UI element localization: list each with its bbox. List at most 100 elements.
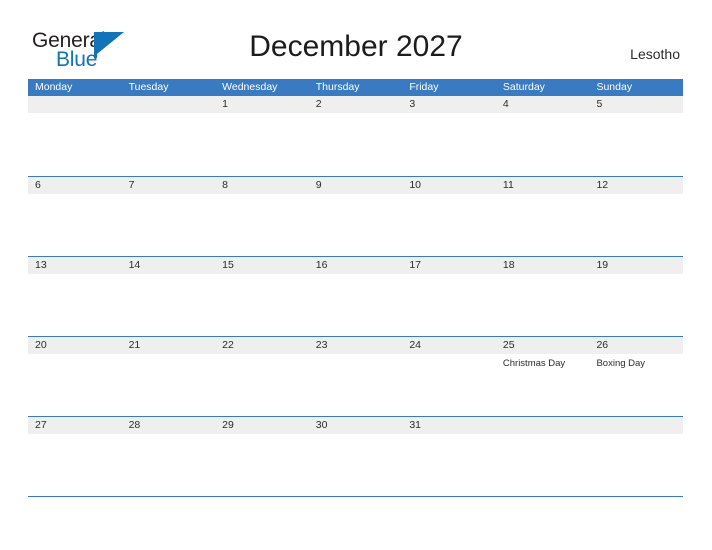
day-number-band: 13: [28, 257, 122, 274]
day-number-band: 17: [402, 257, 496, 274]
day-cell-16[interactable]: 16: [308, 257, 403, 336]
day-number-band: 18: [495, 257, 590, 274]
day-number-band: [28, 96, 122, 113]
day-cell-8[interactable]: 8: [215, 177, 309, 256]
day-cell-9[interactable]: 9: [308, 177, 403, 256]
day-number: 1: [222, 98, 228, 110]
day-number: 31: [409, 419, 421, 431]
week-row: 13 14 15 16 17 18 19: [28, 256, 684, 336]
day-number: 9: [315, 179, 322, 191]
day-cell-12[interactable]: 12: [589, 177, 684, 256]
day-events: Christmas Day: [496, 354, 590, 370]
day-number: 11: [502, 179, 514, 191]
weekday-header-tuesday: Tuesday: [128, 81, 169, 93]
day-number-band: 1: [215, 96, 309, 113]
weekday-header-row: Monday Tuesday Wednesday Thursday Friday Satu…: [28, 79, 683, 96]
day-number-band: 27: [28, 417, 122, 434]
day-number: 19: [596, 259, 609, 271]
day-number: 24: [409, 339, 421, 351]
day-number-band: 9: [308, 177, 403, 194]
day-number: 13: [35, 259, 47, 271]
day-number-band: 24: [402, 337, 496, 354]
day-cell-empty[interactable]: [28, 96, 122, 176]
page-header: General Blue December 2027 Lesotho: [0, 0, 712, 78]
day-cell-31[interactable]: 31: [402, 417, 496, 496]
day-cell-17[interactable]: 17: [402, 257, 496, 336]
day-cell-28[interactable]: 28: [121, 417, 216, 496]
day-cell-26[interactable]: 26 Boxing Day: [589, 337, 684, 416]
day-number-band: 19: [589, 257, 684, 274]
day-number-band: 8: [215, 177, 309, 194]
day-cell-6[interactable]: 6: [28, 177, 122, 256]
day-cell-empty[interactable]: [589, 417, 684, 496]
day-cell-13[interactable]: 13: [28, 257, 122, 336]
day-number: 20: [35, 339, 47, 351]
day-events: Boxing Day: [589, 354, 683, 370]
day-number: 26: [596, 339, 609, 351]
day-cell-4[interactable]: 4: [495, 96, 590, 176]
day-number-band: 15: [215, 257, 309, 274]
holiday-label: Boxing Day: [596, 358, 646, 369]
day-cell-29[interactable]: 29: [215, 417, 309, 496]
weekday-header-saturday: Saturday: [502, 81, 545, 93]
day-cell-14[interactable]: 14: [121, 257, 216, 336]
day-number: 5: [596, 98, 603, 110]
day-cell-10[interactable]: 10: [402, 177, 496, 256]
grid-bottom-border: [28, 496, 683, 497]
day-cell-19[interactable]: 19: [589, 257, 684, 336]
weekday-header-sunday: Sunday: [596, 81, 633, 93]
day-cell-22[interactable]: 22: [215, 337, 309, 416]
day-cell-27[interactable]: 27: [28, 417, 122, 496]
day-cell-empty[interactable]: [121, 96, 216, 176]
day-number-band: 29: [215, 417, 309, 434]
day-cell-20[interactable]: 20: [28, 337, 122, 416]
day-cell-5[interactable]: 5: [589, 96, 684, 176]
day-cell-11[interactable]: 11: [495, 177, 590, 256]
calendar-page: General Blue December 2027 Lesotho Monda…: [0, 0, 712, 550]
day-number-band: 5: [589, 96, 684, 113]
day-cell-1[interactable]: 1: [215, 96, 309, 176]
day-number: 22: [222, 339, 234, 351]
weekday-header-monday: Monday: [35, 81, 73, 93]
day-cell-3[interactable]: 3: [402, 96, 496, 176]
day-number: 25: [502, 339, 515, 351]
day-cell-15[interactable]: 15: [215, 257, 309, 336]
weekday-header-wednesday: Wednesday: [222, 81, 278, 93]
day-cell-24[interactable]: 24: [402, 337, 496, 416]
day-number: 17: [409, 259, 421, 271]
day-cell-30[interactable]: 30: [308, 417, 403, 496]
day-number: 2: [315, 98, 322, 110]
day-number-band: 3: [402, 96, 496, 113]
page-title: December 2027: [249, 30, 463, 63]
weekday-header-friday: Friday: [409, 81, 439, 93]
day-cell-7[interactable]: 7: [121, 177, 216, 256]
day-number-band: 26: [589, 337, 684, 354]
week-row: 20 21 22 23 24 25 Christmas Day 26 Boxing Day: [28, 336, 684, 416]
holiday-label: Christmas Day: [502, 358, 566, 369]
day-cell-18[interactable]: 18: [495, 257, 590, 336]
day-number-band: 30: [308, 417, 403, 434]
week-row: 1 2 3 4 5: [28, 96, 684, 176]
day-number: 28: [128, 419, 141, 431]
day-cell-21[interactable]: 21: [121, 337, 216, 416]
day-cell-2[interactable]: 2: [308, 96, 403, 176]
day-number-band: 4: [495, 96, 590, 113]
day-cell-empty[interactable]: [495, 417, 590, 496]
day-number: 16: [315, 259, 328, 271]
day-number-band: [589, 417, 684, 434]
day-number: 15: [222, 259, 234, 271]
day-number: 21: [128, 339, 141, 351]
day-number: 30: [315, 419, 328, 431]
week-row: 6 7 8 9 10 11 12: [28, 176, 684, 256]
weekday-header-thursday: Thursday: [315, 81, 360, 93]
day-number-band: 12: [589, 177, 684, 194]
day-number: 4: [502, 98, 509, 110]
day-cell-23[interactable]: 23: [308, 337, 403, 416]
day-number-band: 22: [215, 337, 309, 354]
day-number-band: 25: [495, 337, 590, 354]
day-number: 23: [315, 339, 328, 351]
day-number: 7: [128, 179, 135, 191]
day-number-band: 7: [121, 177, 216, 194]
day-cell-25[interactable]: 25 Christmas Day: [495, 337, 590, 416]
day-number-band: [495, 417, 590, 434]
